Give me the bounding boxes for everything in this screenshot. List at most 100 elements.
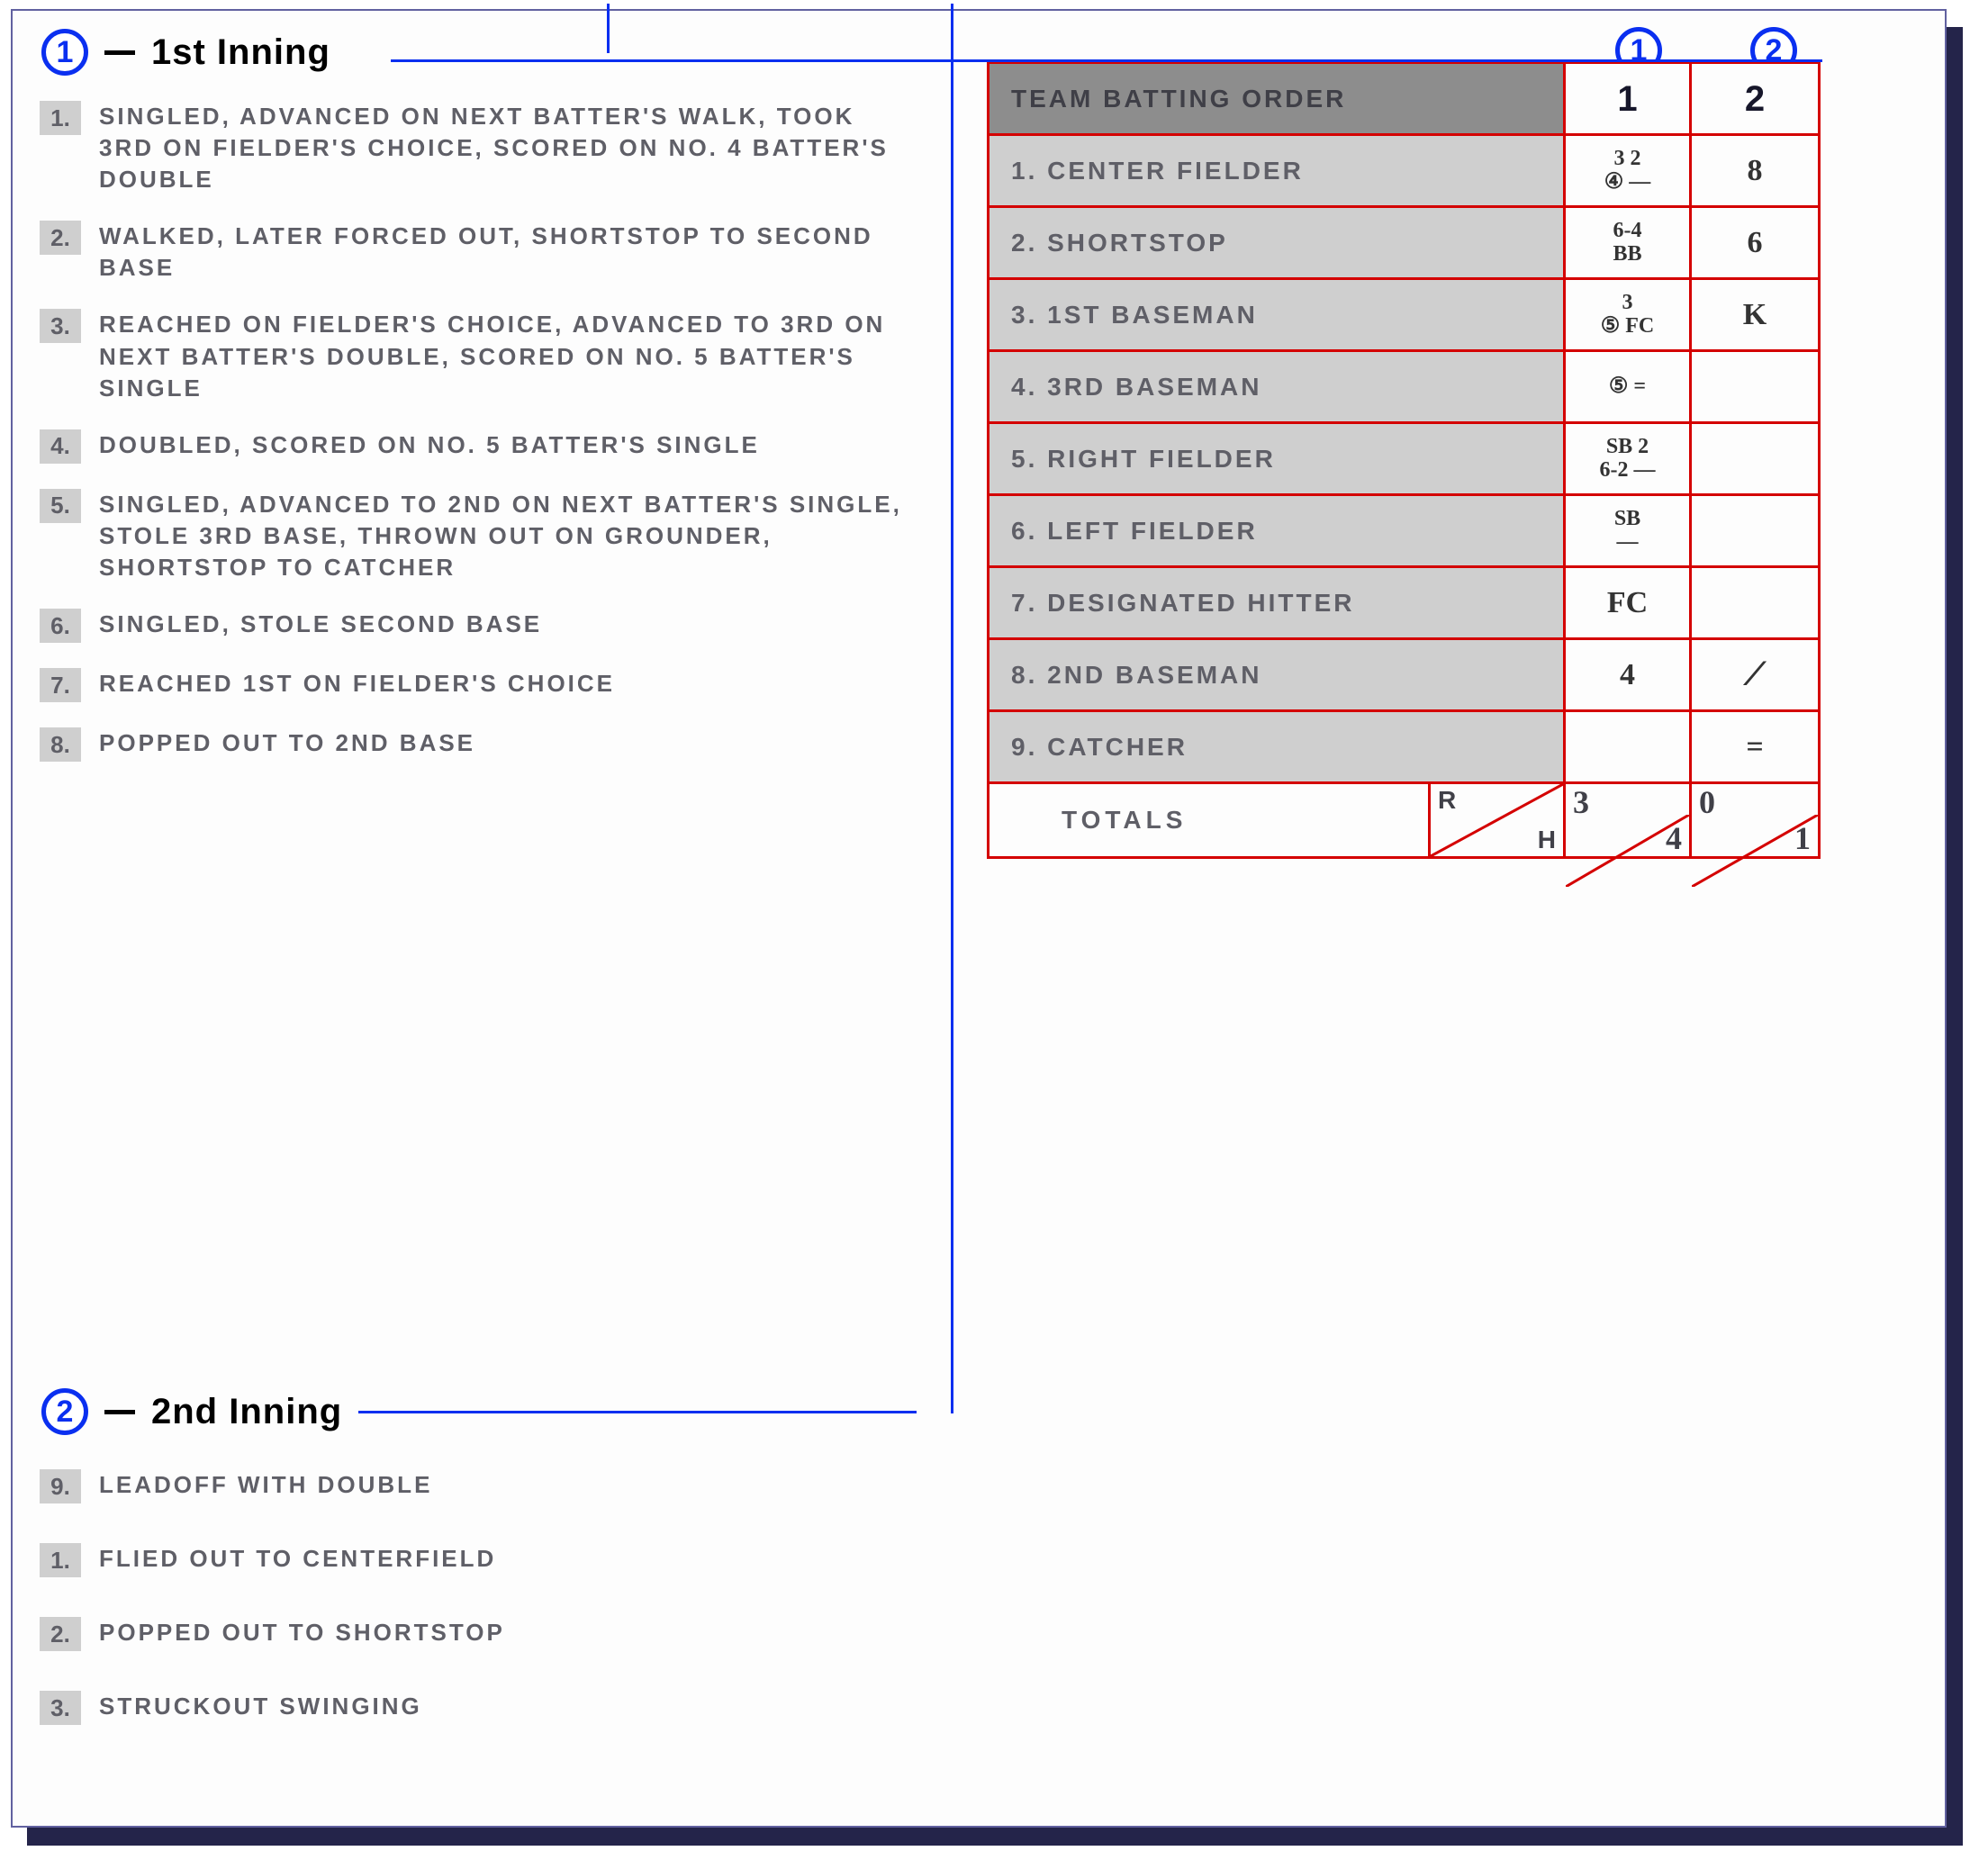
play-number: 5. — [40, 489, 81, 523]
totals-col1: 3 4 — [1566, 784, 1692, 856]
score-cell: = — [1692, 712, 1818, 784]
row-label: 5. RIGHT FIELDER — [989, 424, 1566, 496]
score-cell — [1692, 568, 1818, 640]
badge-inning-1: 1 — [41, 29, 88, 76]
list-item: 6. SINGLED, STOLE SECOND BASE — [40, 609, 940, 643]
play-number: 2. — [40, 1617, 81, 1651]
row-label: 1. CENTER FIELDER — [989, 136, 1566, 208]
score-cell: ⑤ = — [1566, 352, 1692, 424]
dash-icon — [104, 50, 135, 55]
list-item: 1. SINGLED, ADVANCED ON NEXT BATTER'S WAL… — [40, 101, 940, 195]
list-item: 3. REACHED ON FIELDER'S CHOICE, ADVANCED … — [40, 309, 940, 403]
play-list-inning-1: 1. SINGLED, ADVANCED ON NEXT BATTER'S WAL… — [40, 101, 940, 787]
rh-h: H — [1538, 826, 1556, 854]
totals-col2: 0 1 — [1692, 784, 1818, 856]
totals-label-cell: TOTALS R H — [989, 784, 1566, 856]
play-number: 1. — [40, 1543, 81, 1577]
badge-inning-2: 2 — [41, 1388, 88, 1435]
table-row: 5. RIGHT FIELDER SB 2 6-2 — — [989, 424, 1818, 496]
scorecard-table: TEAM BATTING ORDER 1 2 1. CENTER FIELDER… — [987, 61, 1821, 859]
play-number: 6. — [40, 609, 81, 643]
score-cell: SB — — [1566, 496, 1692, 568]
play-number: 3. — [40, 309, 81, 343]
score-cell: 3 2 ④ — — [1566, 136, 1692, 208]
play-list-inning-2: 9.LEADOFF WITH DOUBLE 1. FLIED OUT TO CEN… — [40, 1469, 940, 1750]
dash-icon — [104, 1410, 135, 1414]
row-label: 4. 3RD BASEMAN — [989, 352, 1566, 424]
row-label: 8. 2ND BASEMAN — [989, 640, 1566, 712]
score-cell: 3 ⑤ FC — [1566, 280, 1692, 352]
totals-col1-r: 3 — [1573, 786, 1589, 818]
row-label: 3. 1ST BASEMAN — [989, 280, 1566, 352]
totals-label: TOTALS — [989, 806, 1187, 835]
list-item: 9.LEADOFF WITH DOUBLE — [40, 1469, 940, 1503]
table-row: 9. CATCHER = — [989, 712, 1818, 784]
title-inning-2: 2nd Inning — [151, 1392, 342, 1432]
connector-vert-2 — [951, 4, 953, 1413]
list-item: 1. FLIED OUT TO CENTERFIELD — [40, 1543, 940, 1577]
list-item: 5. SINGLED, ADVANCED TO 2ND ON NEXT BATTE… — [40, 489, 940, 583]
main-panel: 1 1st Inning 1 2 1. SINGLED, ADVANCED ON … — [11, 9, 1947, 1828]
table-row: 8. 2ND BASEMAN 4 ⟋ — [989, 640, 1818, 712]
play-number: 8. — [40, 727, 81, 762]
table-row-header: TEAM BATTING ORDER 1 2 — [989, 64, 1818, 136]
play-text: FLIED OUT TO CENTERFIELD — [99, 1543, 909, 1577]
score-cell: FC — [1566, 568, 1692, 640]
play-text: DOUBLED, SCORED ON NO. 5 BATTER'S SINGLE — [99, 429, 909, 464]
list-item: 3. STRUCKOUT SWINGING — [40, 1691, 940, 1725]
play-text: WALKED, LATER FORCED OUT, SHORTSTOP TO S… — [99, 221, 909, 284]
list-item: 7. REACHED 1ST ON FIELDER'S CHOICE — [40, 668, 940, 702]
play-number: 1. — [40, 101, 81, 135]
title-inning-1: 1st Inning — [151, 32, 330, 73]
score-cell — [1692, 352, 1818, 424]
totals-col2-r: 0 — [1699, 786, 1715, 818]
table-row: 6. LEFT FIELDER SB — — [989, 496, 1818, 568]
play-text: REACHED ON FIELDER'S CHOICE, ADVANCED TO… — [99, 309, 909, 403]
row-label: 2. SHORTSTOP — [989, 208, 1566, 280]
header-label: TEAM BATTING ORDER — [989, 64, 1566, 136]
table-row: 4. 3RD BASEMAN ⑤ = — [989, 352, 1818, 424]
score-cell: K — [1692, 280, 1818, 352]
rh-r: R — [1438, 786, 1456, 815]
score-cell: SB 2 6-2 — — [1566, 424, 1692, 496]
play-number: 4. — [40, 429, 81, 464]
totals-col1-h: 4 — [1666, 822, 1682, 854]
play-text: SINGLED, ADVANCED ON NEXT BATTER'S WALK,… — [99, 101, 909, 195]
table-row: 7. DESIGNATED HITTER FC — [989, 568, 1818, 640]
play-number: 7. — [40, 668, 81, 702]
totals-rh-box: R H — [1428, 784, 1563, 856]
table-row: 3. 1ST BASEMAN 3 ⑤ FC K — [989, 280, 1818, 352]
score-cell: 8 — [1692, 136, 1818, 208]
row-label: 7. DESIGNATED HITTER — [989, 568, 1566, 640]
score-cell: ⟋ — [1692, 640, 1818, 712]
play-text: REACHED 1ST ON FIELDER'S CHOICE — [99, 668, 909, 702]
row-label: 6. LEFT FIELDER — [989, 496, 1566, 568]
play-text: STRUCKOUT SWINGING — [99, 1691, 909, 1725]
score-cell — [1692, 424, 1818, 496]
totals-col2-h: 1 — [1794, 822, 1811, 854]
play-number: 9. — [40, 1469, 81, 1503]
list-item: 4. DOUBLED, SCORED ON NO. 5 BATTER'S SING… — [40, 429, 940, 464]
heading-inning-2: 2 2nd Inning — [41, 1388, 917, 1435]
play-number: 3. — [40, 1691, 81, 1725]
list-item: 2. POPPED OUT TO SHORTSTOP — [40, 1617, 940, 1651]
play-text: SINGLED, ADVANCED TO 2ND ON NEXT BATTER'… — [99, 489, 909, 583]
table-row: 2. SHORTSTOP 6-4 BB 6 — [989, 208, 1818, 280]
play-text: POPPED OUT TO 2ND BASE — [99, 727, 909, 762]
play-text: SINGLED, STOLE SECOND BASE — [99, 609, 909, 643]
heading-inning-1: 1 1st Inning — [41, 29, 347, 76]
score-cell: 6-4 BB — [1566, 208, 1692, 280]
table-row: 1. CENTER FIELDER 3 2 ④ — 8 — [989, 136, 1818, 208]
header-col-1: 1 — [1566, 64, 1692, 136]
connector-vert — [607, 4, 610, 53]
play-number: 2. — [40, 221, 81, 255]
row-label: 9. CATCHER — [989, 712, 1566, 784]
score-cell: 6 — [1692, 208, 1818, 280]
list-item: 8. POPPED OUT TO 2ND BASE — [40, 727, 940, 762]
list-item: 2. WALKED, LATER FORCED OUT, SHORTSTOP TO… — [40, 221, 940, 284]
table-row-totals: TOTALS R H 3 4 0 — [989, 784, 1818, 856]
trail-line — [358, 1411, 917, 1413]
header-col-2: 2 — [1692, 64, 1818, 136]
score-cell — [1566, 712, 1692, 784]
play-text: POPPED OUT TO SHORTSTOP — [99, 1617, 909, 1651]
